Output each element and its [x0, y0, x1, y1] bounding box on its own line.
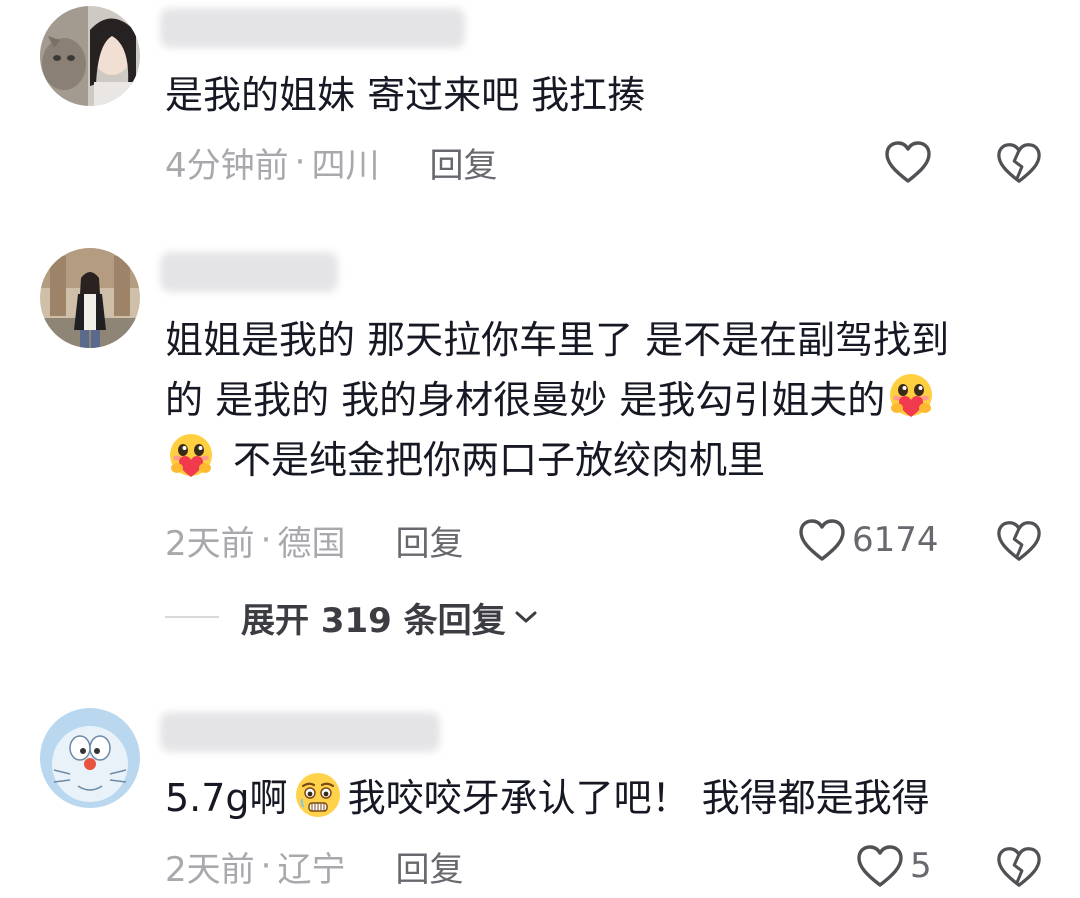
heart-outline-icon [857, 845, 903, 887]
like-count: 6174 [852, 520, 939, 560]
comment-3: 5.7g啊 我咬咬牙承认了吧！ 我得都是我得 2天前 · 辽宁 回复 5 [0, 690, 1080, 898]
comment-text: 是我的姐妹 寄过来吧 我扛揍 [165, 65, 645, 125]
avatar[interactable] [40, 6, 140, 106]
comment-text: 姐姐是我的 那天拉你车里了 是不是在副驾找到 的 是我的 我的身材很曼妙 是我勾… [165, 310, 949, 490]
like-button[interactable]: 6174 [798, 515, 939, 565]
comment-text-line: 姐姐是我的 那天拉你车里了 是不是在副驾找到 [165, 318, 950, 362]
username-blurred[interactable] [160, 8, 465, 48]
like-button[interactable] [884, 137, 932, 187]
hugging-heart-emoji [890, 374, 933, 417]
comment-text-fragment: 5.7g啊 [165, 776, 288, 820]
comment-meta: 2天前 · 德国 回复 [165, 515, 463, 565]
meta-separator: · [294, 142, 306, 182]
comment-time: 4分钟前 [165, 145, 289, 186]
pleading-face-emoji [295, 773, 340, 817]
reply-button[interactable]: 回复 [395, 516, 463, 565]
username-blurred[interactable] [160, 252, 338, 292]
comment-meta: 4分钟前 · 四川 回复 [165, 137, 497, 187]
meta-separator: · [260, 846, 272, 886]
comment-meta: 2天前 · 辽宁 回复 [165, 841, 463, 891]
comment-time: 2天前 [165, 523, 255, 564]
divider [165, 616, 219, 618]
avatar[interactable] [40, 248, 140, 348]
chevron-down-icon [515, 611, 537, 623]
comment-text-fragment: 的 是我的 我的身材很曼妙 是我勾引姐夫的 [165, 378, 886, 422]
comment-text-fragment: 不是纯金把你两口子放绞肉机里 [233, 438, 766, 482]
broken-heart-icon[interactable] [996, 518, 1042, 564]
meta-separator: · [260, 520, 272, 560]
comment-text-line: 的 是我的 我的身材很曼妙 是我勾引姐夫的 [165, 370, 949, 430]
expand-replies-label: 展开 319 条回复 [241, 600, 506, 641]
comment-location: 德国 [277, 523, 346, 564]
comment-text: 5.7g啊 我咬咬牙承认了吧！ 我得都是我得 [165, 768, 930, 828]
broken-heart-icon[interactable] [996, 844, 1042, 890]
reply-button[interactable]: 回复 [429, 138, 497, 187]
broken-heart-icon[interactable] [996, 140, 1042, 186]
comment-time: 2天前 [165, 849, 255, 890]
heart-outline-icon [799, 519, 845, 561]
avatar[interactable] [40, 708, 140, 808]
like-button[interactable]: 5 [856, 841, 932, 891]
hugging-heart-emoji [170, 434, 212, 477]
comment-1: 是我的姐妹 寄过来吧 我扛揍 4分钟前 · 四川 回复 [0, 0, 1080, 230]
comment-text-line: 不是纯金把你两口子放绞肉机里 [165, 430, 949, 490]
comment-location: 辽宁 [277, 849, 346, 890]
comment-text-line: 是我的姐妹 寄过来吧 我扛揍 [165, 73, 646, 117]
comment-location: 四川 [311, 145, 380, 186]
expand-replies-button[interactable]: 展开 319 条回复 [165, 592, 538, 642]
like-count: 5 [910, 846, 932, 886]
heart-outline-icon [885, 141, 931, 183]
comment-text-fragment: 我咬咬牙承认了吧！ 我得都是我得 [347, 776, 930, 820]
comment-2: 姐姐是我的 那天拉你车里了 是不是在副驾找到 的 是我的 我的身材很曼妙 是我勾… [0, 230, 1080, 670]
username-blurred[interactable] [160, 712, 440, 752]
comment-text-line: 5.7g啊 我咬咬牙承认了吧！ 我得都是我得 [165, 768, 930, 828]
reply-button[interactable]: 回复 [395, 842, 463, 891]
